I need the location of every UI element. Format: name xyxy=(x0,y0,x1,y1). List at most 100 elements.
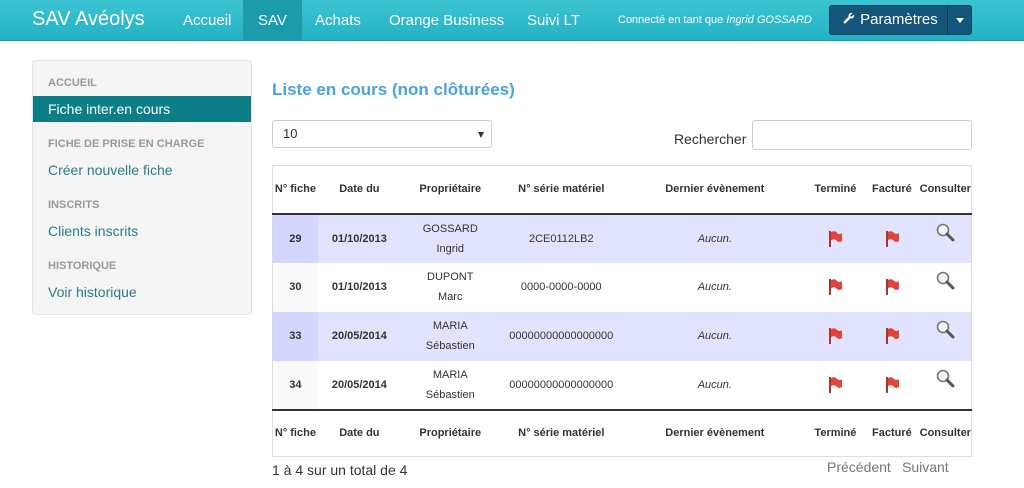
col-num-fiche[interactable]: N° fiche xyxy=(272,165,318,215)
foot-termine: Terminé xyxy=(806,408,865,457)
red-flag-icon xyxy=(829,279,843,296)
sidebar-header-accueil: Accueil xyxy=(48,77,97,89)
table-footer-row: N° fiche Date du Propriétaire N° série m… xyxy=(272,408,972,457)
foot-date: Date du xyxy=(317,408,401,457)
red-flag-icon xyxy=(885,230,899,247)
foot-last-event: Dernier évènement xyxy=(622,408,807,457)
nav-sav[interactable]: SAV xyxy=(243,0,302,41)
brand-title[interactable]: SAV Avéolys xyxy=(32,8,145,31)
page-size-select[interactable]: 10 xyxy=(272,120,492,148)
cell-date: 20/05/2014 xyxy=(331,330,387,342)
table-row: 29 01/10/2013 GOSSARD Ingrid 2CE0112LB2 A… xyxy=(272,213,972,263)
page-title: Liste en cours (non clôturées) xyxy=(272,80,515,99)
magnifier-icon[interactable] xyxy=(935,222,955,242)
cell-consulter xyxy=(920,214,972,263)
table-header-row: N° fiche Date du Propriétaire N° série m… xyxy=(272,165,972,215)
cell-last-event: Aucun. xyxy=(697,232,732,245)
cell-num: 30 xyxy=(272,262,318,312)
cell-facture xyxy=(864,214,919,263)
owner-first: Sébastien xyxy=(425,388,475,401)
magnifier-icon[interactable] xyxy=(935,319,955,339)
col-consulter[interactable]: Consulter xyxy=(919,165,972,215)
owner-last: GOSSARD xyxy=(422,222,478,235)
cell-termine xyxy=(807,263,864,312)
col-owner[interactable]: Propriétaire xyxy=(400,165,500,215)
search-label: Rechercher xyxy=(674,131,747,147)
cell-termine xyxy=(807,361,864,410)
cell-termine xyxy=(807,312,864,361)
col-last-event[interactable]: Dernier évènement xyxy=(622,165,807,215)
top-navbar: SAV Avéolys Accueil SAV Achats Orange Bu… xyxy=(0,0,1024,41)
magnifier-icon[interactable] xyxy=(935,270,955,290)
wrench-icon xyxy=(842,6,856,34)
settings-label: Paramètres xyxy=(860,11,938,28)
col-facture[interactable]: Facturé xyxy=(864,165,920,215)
settings-button[interactable]: Paramètres xyxy=(830,6,947,34)
table-row: 33 20/05/2014 MARIA Sébastien 00000000000… xyxy=(272,311,972,361)
table-row: 30 01/10/2013 DUPONT Marc 0000-0000-0000 … xyxy=(272,262,972,312)
magnifier-icon[interactable] xyxy=(935,368,955,388)
red-flag-icon xyxy=(829,230,843,247)
page-size-value: 10 xyxy=(283,126,298,141)
pager-previous[interactable]: Précédent xyxy=(827,459,891,475)
connected-username: Ingrid GOSSARD xyxy=(726,14,812,26)
sidebar-header-prise-en-charge: Fiche de prise en charge xyxy=(48,138,205,150)
owner-last: DUPONT xyxy=(427,271,474,283)
cell-facture xyxy=(864,361,919,410)
cell-last-event: Aucun. xyxy=(697,330,732,342)
red-flag-icon xyxy=(829,376,843,393)
cell-date: 01/10/2013 xyxy=(331,281,387,293)
cell-consulter xyxy=(920,361,972,410)
owner-first: Ingrid xyxy=(436,242,465,255)
foot-num-fiche: N° fiche xyxy=(272,408,318,457)
cell-serial: 00000000000000000 xyxy=(509,330,614,342)
red-flag-icon xyxy=(885,328,899,345)
foot-facture: Facturé xyxy=(864,408,920,457)
cell-serial: 0000-0000-0000 xyxy=(520,281,602,293)
table-row: 34 20/05/2014 MARIA Sébastien 00000000000… xyxy=(272,360,972,410)
cell-owner: DUPONT Marc xyxy=(401,263,500,312)
search-input[interactable] xyxy=(752,120,972,150)
cell-termine xyxy=(807,214,864,263)
cell-last-event: Aucun. xyxy=(697,378,732,391)
sidebar-item-clients-inscrits[interactable]: Clients inscrits xyxy=(33,218,251,244)
connected-prefix: Connecté en tant que xyxy=(618,14,724,26)
tickets-table: N° fiche Date du Propriétaire N° série m… xyxy=(272,165,972,457)
cell-consulter xyxy=(920,312,972,361)
cell-owner: GOSSARD Ingrid xyxy=(401,214,500,263)
nav-achats[interactable]: Achats xyxy=(300,0,376,41)
owner-first: Marc xyxy=(438,291,463,303)
nav-suivi-lt[interactable]: Suivi LT xyxy=(512,0,595,41)
cell-date: 01/10/2013 xyxy=(331,232,387,245)
col-date[interactable]: Date du xyxy=(317,165,401,215)
red-flag-icon xyxy=(829,328,843,345)
settings-dropdown-toggle[interactable] xyxy=(948,6,972,34)
foot-consulter: Consulter xyxy=(919,408,972,457)
cell-serial: 00000000000000000 xyxy=(509,378,614,391)
cell-facture xyxy=(864,312,919,361)
col-serial[interactable]: N° série matériel xyxy=(499,165,623,215)
cell-num: 34 xyxy=(272,360,318,410)
settings-button-group: Paramètres xyxy=(829,5,972,35)
owner-last: MARIA xyxy=(432,320,468,332)
sidebar-item-voir-historique[interactable]: Voir historique xyxy=(33,279,251,305)
owner-last: MARIA xyxy=(432,368,468,381)
nav-orange-business[interactable]: Orange Business xyxy=(374,0,519,41)
red-flag-icon xyxy=(885,279,899,296)
cell-owner: MARIA Sébastien xyxy=(401,312,500,361)
sidebar-item-fiche-en-cours[interactable]: Fiche inter.en cours xyxy=(33,96,251,122)
sidebar: Accueil Fiche inter.en cours Fiche de pr… xyxy=(32,60,252,315)
sidebar-header-historique: Historique xyxy=(48,260,117,272)
pager-next[interactable]: Suivant xyxy=(902,459,949,475)
foot-serial: N° série matériel xyxy=(499,408,623,457)
sidebar-header-inscrits: Inscrits xyxy=(48,199,100,211)
cell-owner: MARIA Sébastien xyxy=(401,361,500,410)
connected-user-text: Connecté en tant que Ingrid GOSSARD xyxy=(618,14,812,26)
col-termine[interactable]: Terminé xyxy=(806,165,865,215)
table-info: 1 à 4 sur un total de 4 xyxy=(272,462,408,478)
cell-consulter xyxy=(920,263,972,312)
cell-facture xyxy=(864,263,919,312)
foot-owner: Propriétaire xyxy=(400,408,500,457)
sidebar-item-creer-fiche[interactable]: Créer nouvelle fiche xyxy=(33,157,251,183)
nav-accueil[interactable]: Accueil xyxy=(168,0,246,41)
